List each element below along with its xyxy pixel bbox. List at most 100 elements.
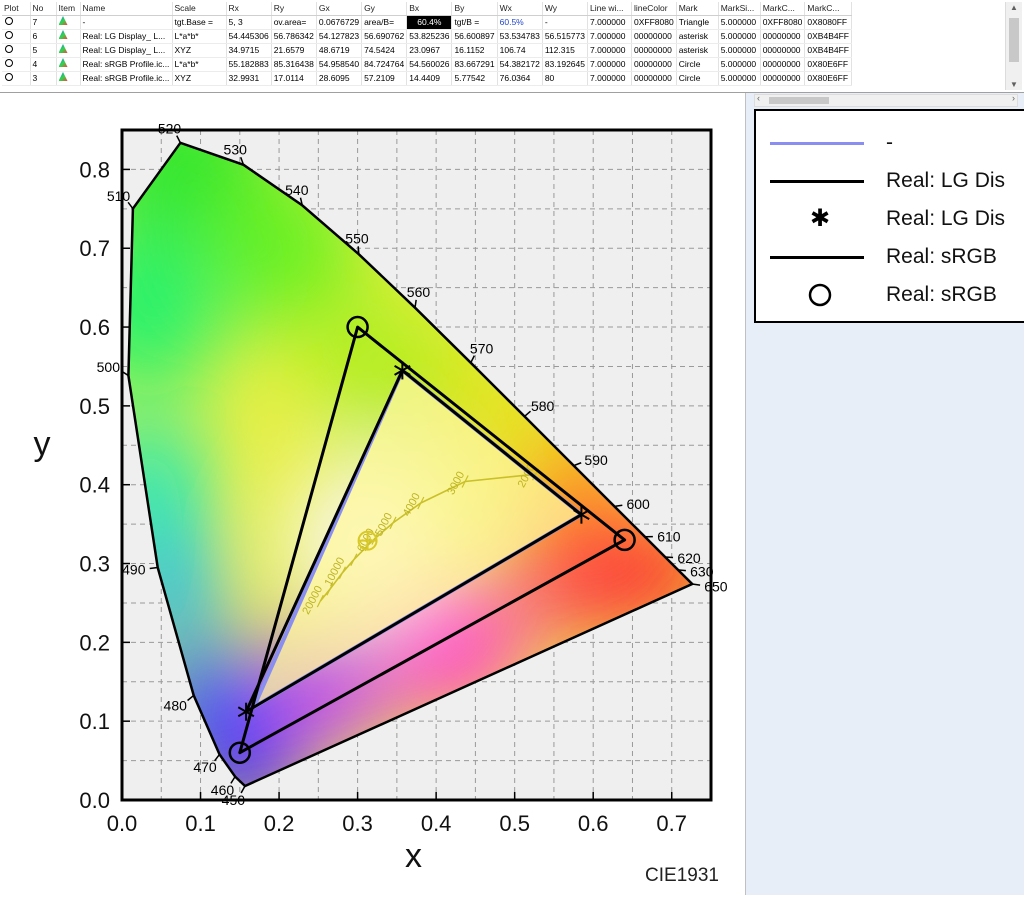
table-row[interactable]: 4Real: sRGB Profile.ic...L*a*b*55.182883… [2,58,851,72]
table-cell-gy: 57.2109 [362,72,407,86]
column-header[interactable]: Rx [226,2,271,16]
table-cell-bx: 14.4409 [407,72,452,86]
column-header[interactable]: Scale [172,2,226,16]
legend-label: Real: sRGB [886,245,997,269]
table-cell-lc: 00000000 [632,44,677,58]
x-tick-label: 0.4 [421,811,452,836]
table-cell-ms: 5.000000 [718,44,760,58]
table-cell-gx: 54.958540 [316,58,361,72]
table-cell-mc1: 00000000 [760,72,805,86]
legend-entry: - [756,125,1024,161]
legend-entry: Real: sRGB [756,239,1024,275]
plot-toggle[interactable] [2,16,30,30]
table-cell-by: 83.667291 [452,58,497,72]
table-cell-wy: 80 [542,72,587,86]
scroll-thumb[interactable] [1009,18,1019,62]
column-header[interactable]: MarkC... [805,2,852,16]
radio-icon[interactable] [5,59,13,67]
column-header[interactable]: Wx [497,2,542,16]
column-header[interactable]: Name [80,2,172,16]
table-cell-mc1: 00000000 [760,58,805,72]
table-cell-rx: 5, 3 [226,16,271,30]
legend-pane: ‹ › - Real: LG Dis✱ Real: LG Dis Real: sRGB… [745,93,1024,895]
column-header[interactable]: Ry [271,2,316,16]
column-header[interactable]: MarkC... [760,2,805,16]
y-tick-label: 0.6 [79,315,110,340]
item-icon [56,16,80,30]
table-cell-mc2: 0X80E6FF [805,72,852,86]
table-cell-name: Real: LG Display_ L... [80,30,172,44]
column-header[interactable]: lineColor [632,2,677,16]
table-cell-mc2: 0X80E6FF [805,58,852,72]
table-cell-mc2: 0XB4B4FF [805,30,852,44]
radio-icon[interactable] [5,45,13,53]
radio-icon[interactable] [5,73,13,81]
table-cell-mc1: 00000000 [760,30,805,44]
y-tick-label: 0.4 [79,473,110,498]
grid-header: PlotNoItemNameScaleRxRyGxGyBxByWxWyLine … [2,2,851,16]
column-header[interactable]: Gx [316,2,361,16]
table-cell-mc1: 00000000 [760,44,805,58]
wavelength-label: 590 [584,452,608,468]
table-cell-mc2: 0X8080FF [805,16,852,30]
y-tick-label: 0.8 [79,157,110,182]
y-axis-label: y [34,425,51,463]
column-header[interactable]: Item [56,2,80,16]
table-cell-gy: 84.724764 [362,58,407,72]
asterisk-marker-icon: ✱ [806,205,834,233]
chart-legend: -Real: LG Dis✱Real: LG DisReal: sRGBReal… [754,109,1024,323]
column-header[interactable]: Plot [2,2,30,16]
plot-toggle[interactable] [2,72,30,86]
table-cell-lc: 00000000 [632,58,677,72]
table-cell-bx: 53.825236 [407,30,452,44]
wavelength-label: 610 [657,529,681,545]
table-cell-ry: ov.area= [271,16,316,30]
plot-toggle[interactable] [2,30,30,44]
radio-icon[interactable] [5,31,13,39]
table-cell-gx: 48.6719 [316,44,361,58]
table-cell-mark: Circle [676,58,718,72]
wavelength-label: 560 [407,284,431,300]
scroll-right-icon[interactable]: › [1012,93,1015,103]
table-row[interactable]: 5Real: LG Display_ L...XYZ34.971521.6579… [2,44,851,58]
wavelength-label: 510 [107,188,131,204]
plot-toggle[interactable] [2,58,30,72]
table-row[interactable]: 6Real: LG Display_ L...L*a*b*54.44530656… [2,30,851,44]
table-cell-mark: Triangle [676,16,718,30]
column-header[interactable]: Wy [542,2,587,16]
wavelength-label: 580 [531,398,555,414]
scroll-left-icon[interactable]: ‹ [757,93,760,103]
table-cell-gx: 54.127823 [316,30,361,44]
scroll-up-icon[interactable]: ▲ [1010,3,1018,12]
wavelength-label: 550 [345,230,369,246]
table-row[interactable]: 7-tgt.Base =5, 3ov.area=0.0676729area/B=… [2,16,851,30]
table-cell-no: 6 [30,30,56,44]
scroll-down-icon[interactable]: ▼ [1010,80,1018,89]
column-header[interactable]: Gy [362,2,407,16]
column-header[interactable]: MarkSi... [718,2,760,16]
table-row[interactable]: 3Real: sRGB Profile.ic...XYZ32.993117.01… [2,72,851,86]
wavelength-label: 470 [193,759,217,775]
legend-horizontal-scrollbar[interactable]: ‹ › [754,94,1018,107]
column-header[interactable]: No [30,2,56,16]
table-cell-no: 7 [30,16,56,30]
wavelength-label: 540 [285,182,309,198]
table-cell-lw: 7.000000 [588,44,632,58]
legend-label: Real: LG Dis [886,207,1005,231]
table-cell-gx: 0.0676729 [316,16,361,30]
wavelength-tick [358,246,359,254]
x-tick-label: 0.2 [264,811,295,836]
table-cell-by: 5.77542 [452,72,497,86]
legend-entry: ✱ Real: LG Dis [756,201,1024,237]
scroll-thumb[interactable] [769,97,829,104]
table-cell-gx: 28.6095 [316,72,361,86]
plot-toggle[interactable] [2,44,30,58]
column-header[interactable]: Mark [676,2,718,16]
column-header[interactable]: Line wi... [588,2,632,16]
table-cell-lc: 00000000 [632,72,677,86]
column-header[interactable]: Bx [407,2,452,16]
radio-icon[interactable] [5,17,13,25]
grid-vertical-scrollbar[interactable]: ▲ ▼ [1005,2,1022,90]
table-cell-lc: 0XFF8080 [632,16,677,30]
column-header[interactable]: By [452,2,497,16]
